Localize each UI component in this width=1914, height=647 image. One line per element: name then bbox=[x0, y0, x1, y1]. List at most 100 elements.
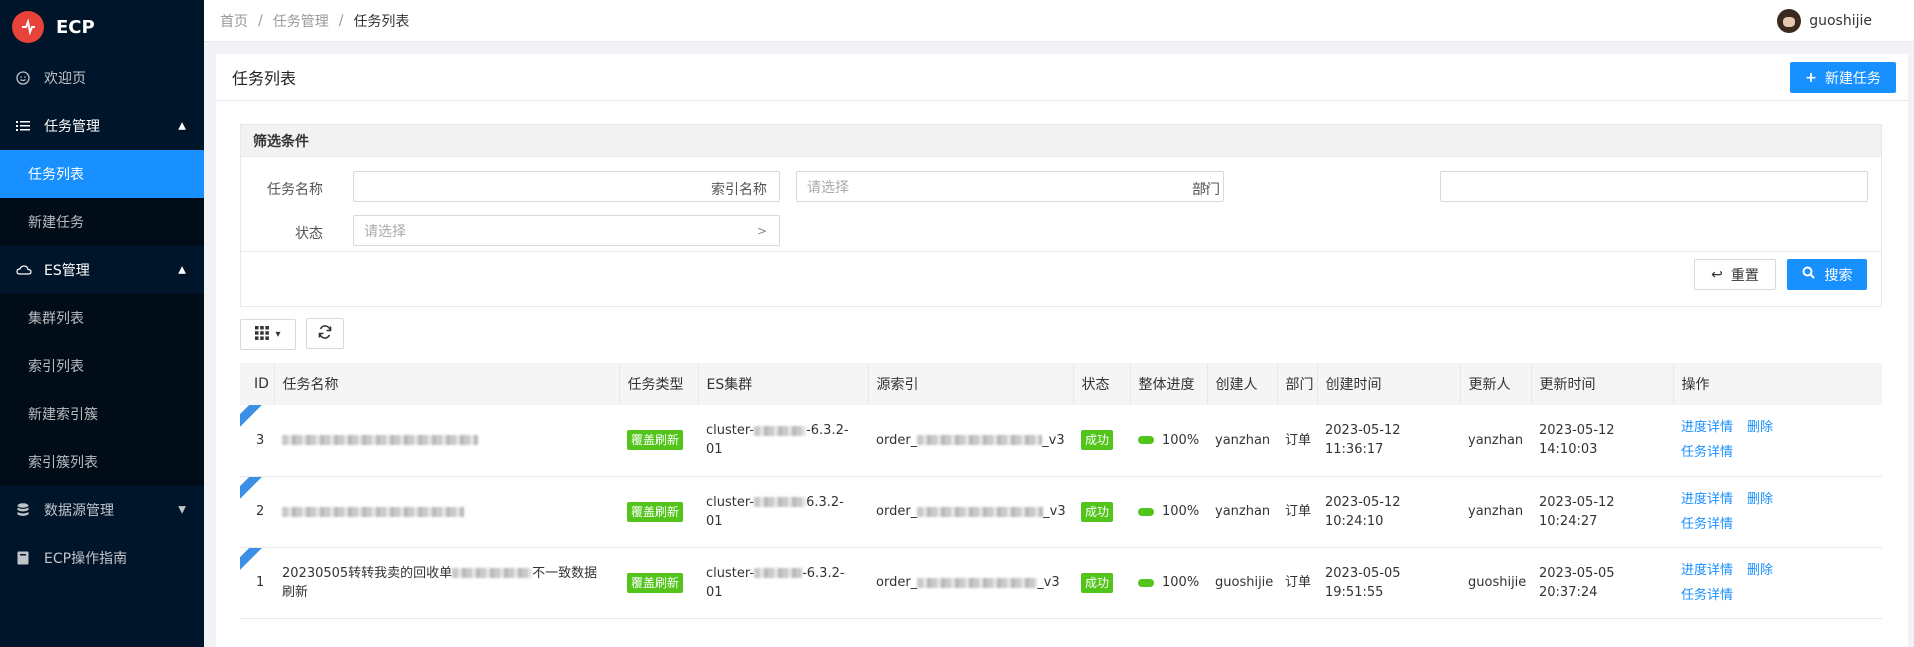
cluster-suffix-2: 01 bbox=[706, 513, 723, 529]
new-ribbon bbox=[240, 547, 268, 573]
created-date: 2023-05-12 bbox=[1325, 423, 1401, 439]
col-id: ID bbox=[240, 363, 275, 405]
cluster-suffix-2: 01 bbox=[706, 442, 723, 458]
search-button[interactable]: 搜索 bbox=[1787, 259, 1867, 290]
cluster-prefix: cluster- bbox=[706, 494, 755, 510]
task-detail-link[interactable]: 任务详情 bbox=[1681, 588, 1733, 603]
updated-time-cell: 2023-05-05 20:37:24 bbox=[1531, 547, 1673, 619]
list-icon bbox=[16, 119, 30, 133]
filter-title: 筛选条件 bbox=[241, 125, 1881, 157]
creator-cell: yanzhan bbox=[1207, 476, 1277, 548]
redacted-text bbox=[754, 568, 803, 578]
updated-time-cell: 2023-05-12 14:10:03 bbox=[1531, 405, 1673, 477]
cluster-cell: cluster- -6.3.2- 01 bbox=[698, 547, 868, 619]
creator-cell: yanzhan bbox=[1207, 405, 1277, 477]
delete-link[interactable]: 删除 bbox=[1747, 563, 1773, 578]
progress-detail-link[interactable]: 进度详情 bbox=[1681, 492, 1733, 507]
status-placeholder: 请选择 bbox=[364, 223, 406, 240]
breadcrumb-current: 任务列表 bbox=[353, 13, 410, 30]
breadcrumb-separator: / bbox=[258, 12, 263, 29]
task-name-cell bbox=[274, 405, 619, 477]
new-task-button[interactable]: + 新建任务 bbox=[1790, 62, 1896, 93]
task-type-tag: 覆盖刷新 bbox=[627, 572, 684, 593]
user-menu[interactable]: guoshijie bbox=[1777, 8, 1872, 33]
status-badge: 成功 bbox=[1081, 501, 1114, 522]
refresh-icon bbox=[318, 324, 332, 343]
index-name-placeholder: 请选择 bbox=[807, 179, 849, 196]
page-header: 任务列表 + 新建任务 bbox=[216, 54, 1908, 101]
breadcrumb-home[interactable]: 首页 bbox=[220, 11, 248, 31]
page-title: 任务列表 bbox=[232, 69, 297, 88]
dept-cell: 订单 bbox=[1277, 547, 1317, 619]
task-type-cell: 覆盖刷新 bbox=[619, 476, 698, 548]
refresh-button[interactable] bbox=[306, 318, 344, 349]
task-type-cell: 覆盖刷新 bbox=[619, 547, 698, 619]
id-cell: 1 bbox=[240, 547, 274, 619]
sidebar-item-datasource[interactable]: 数据源管理 ▼ bbox=[0, 486, 204, 534]
task-type-cell: 覆盖刷新 bbox=[619, 405, 698, 477]
sidebar-item-guide[interactable]: ECP操作指南 bbox=[0, 534, 204, 582]
redacted-text bbox=[754, 497, 807, 507]
status-cell: 成功 bbox=[1073, 405, 1130, 477]
chevron-up-icon: ▲ bbox=[178, 120, 186, 132]
created-time-cell: 2023-05-12 11:36:17 bbox=[1317, 405, 1460, 477]
column-settings-button[interactable]: ▾ bbox=[240, 319, 296, 350]
sidebar-item-welcome[interactable]: 欢迎页 bbox=[0, 54, 204, 102]
dept-cell: 订单 bbox=[1277, 476, 1317, 548]
filter-actions: ↩ 重置 搜索 bbox=[241, 251, 1881, 307]
search-label: 搜索 bbox=[1824, 267, 1853, 284]
sidebar-item-task-list[interactable]: 任务列表 bbox=[0, 150, 204, 198]
progress-detail-link[interactable]: 进度详情 bbox=[1681, 563, 1733, 578]
delete-link[interactable]: 删除 bbox=[1747, 420, 1773, 435]
reset-button[interactable]: ↩ 重置 bbox=[1694, 259, 1776, 290]
updated-date: 2023-05-12 bbox=[1539, 423, 1615, 439]
task-detail-link[interactable]: 任务详情 bbox=[1681, 445, 1733, 460]
progress-detail-link[interactable]: 进度详情 bbox=[1681, 420, 1733, 435]
cluster-cell: cluster- 6.3.2- 01 bbox=[698, 476, 868, 548]
updated-date: 2023-05-05 bbox=[1539, 565, 1615, 581]
status-cell: 成功 bbox=[1073, 547, 1130, 619]
task-name-part: 20230505转转我卖的回收单 bbox=[282, 565, 453, 581]
dept-input[interactable] bbox=[1440, 171, 1868, 202]
actions-cell: 进度详情 删除 任务详情 bbox=[1673, 547, 1882, 619]
sidebar: ECP 欢迎页 任务管理 ▲ 任务列表 新建任务 ES管理 ▲ 集群列表 索引列… bbox=[0, 0, 204, 647]
new-task-label: 新建任务 bbox=[1824, 70, 1881, 87]
task-name-cell: 20230505转转我卖的回收单 不一致数据 刷新 bbox=[274, 547, 619, 619]
task-name-label: 任务名称 bbox=[267, 182, 323, 198]
chevron-up-icon: ▲ bbox=[178, 264, 186, 276]
sidebar-item-cluster-list[interactable]: 集群列表 bbox=[0, 294, 204, 342]
status-select[interactable]: 请选择 > bbox=[353, 215, 780, 246]
created-date: 2023-05-05 bbox=[1325, 565, 1401, 581]
updated-time: 14:10:03 bbox=[1539, 442, 1598, 458]
created-time: 11:36:17 bbox=[1325, 442, 1384, 458]
progress-value: 100% bbox=[1162, 432, 1200, 448]
breadcrumb-separator: / bbox=[338, 12, 344, 29]
task-detail-link[interactable]: 任务详情 bbox=[1681, 517, 1733, 532]
cluster-suffix-2: 01 bbox=[706, 584, 723, 600]
progress-value: 100% bbox=[1162, 575, 1200, 590]
task-type-tag: 覆盖刷新 bbox=[627, 501, 684, 522]
sidebar-item-task-management[interactable]: 任务管理 ▲ bbox=[0, 102, 204, 150]
redacted-text bbox=[917, 577, 1038, 588]
status-badge: 成功 bbox=[1081, 430, 1114, 451]
breadcrumb-task-management[interactable]: 任务管理 bbox=[273, 11, 329, 31]
id-cell: 3 bbox=[240, 405, 274, 477]
sidebar-item-es-management[interactable]: ES管理 ▲ bbox=[0, 246, 204, 294]
sidebar-item-new-task[interactable]: 新建任务 bbox=[0, 198, 204, 246]
new-ribbon bbox=[240, 476, 268, 502]
progress-bar bbox=[1138, 436, 1154, 445]
sidebar-item-index-cluster-list[interactable]: 索引簇列表 bbox=[0, 438, 204, 486]
logo[interactable]: ECP bbox=[0, 0, 204, 54]
sidebar-item-new-index-cluster[interactable]: 新建索引簇 bbox=[0, 390, 204, 438]
actions-cell: 进度详情 删除 任务详情 bbox=[1673, 405, 1882, 477]
sidebar-item-index-list[interactable]: 索引列表 bbox=[0, 342, 204, 390]
cluster-cell: cluster- -6.3.2- 01 bbox=[698, 405, 868, 477]
task-table: ID 任务名称 任务类型 ES集群 源索引 状态 整体进度 创建人 部门 创建时… bbox=[240, 363, 1882, 619]
col-source-index: 源索引 bbox=[868, 363, 1074, 405]
reset-label: 重置 bbox=[1730, 266, 1759, 283]
updated-time: 20:37:24 bbox=[1539, 584, 1598, 600]
delete-link[interactable]: 删除 bbox=[1747, 492, 1773, 507]
updated-date: 2023-05-12 bbox=[1539, 494, 1615, 510]
progress-bar bbox=[1138, 507, 1154, 516]
redacted-text bbox=[917, 506, 1044, 517]
